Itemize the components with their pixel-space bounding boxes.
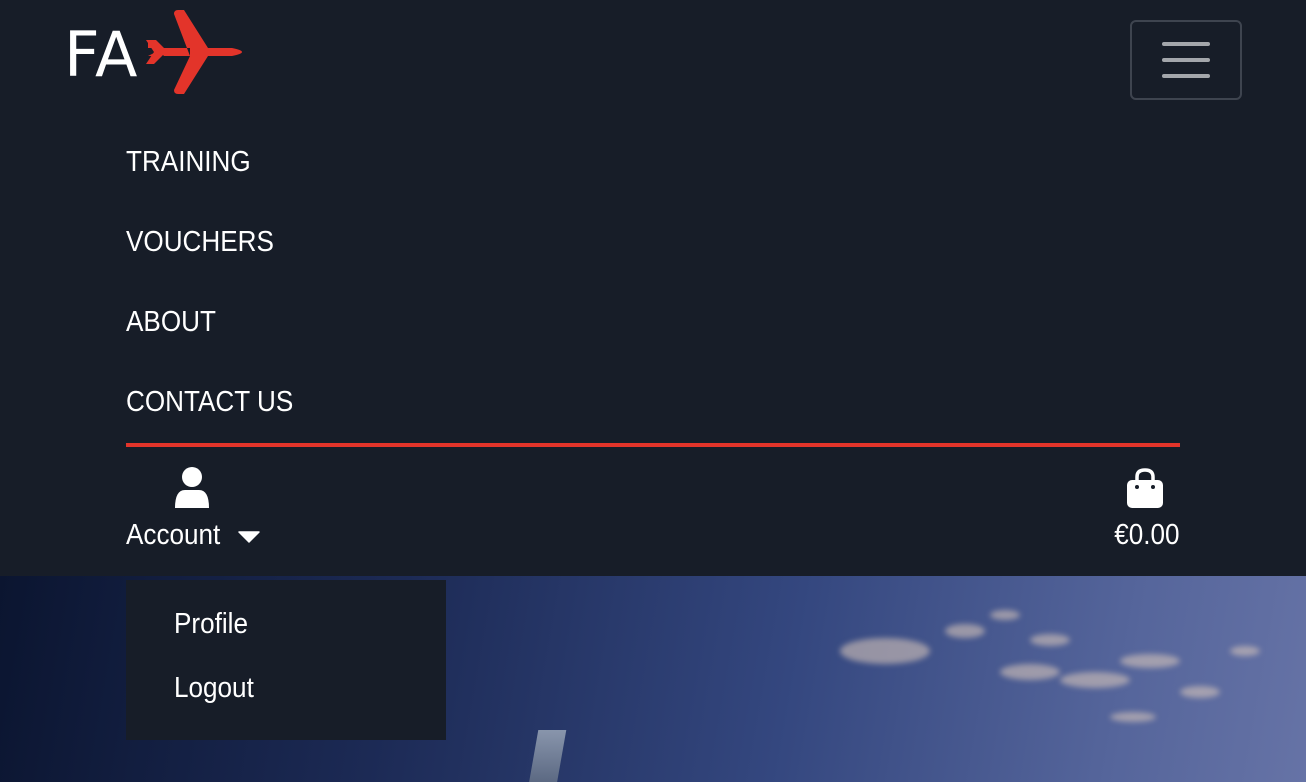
brand-logo[interactable]: FA (64, 10, 244, 96)
hamburger-icon-bar (1162, 74, 1210, 78)
shopping-bag-icon (1127, 468, 1163, 508)
airplane-icon (146, 10, 242, 94)
hamburger-icon-bar (1162, 58, 1210, 62)
hamburger-icon (1162, 42, 1210, 46)
caret-down-icon (238, 531, 260, 543)
account-label: Account (126, 519, 221, 551)
account-dropdown-toggle[interactable]: Account (126, 464, 276, 556)
brand-logo-text: FA (64, 18, 139, 91)
nav-link-contact-us[interactable]: CONTACT US (126, 386, 293, 419)
bag-total: €0.00 (1114, 519, 1180, 551)
nav-link-training[interactable]: TRAINING (126, 146, 251, 179)
profile-link[interactable]: Profile (174, 608, 248, 641)
nav-link-about[interactable]: ABOUT (126, 306, 216, 339)
nav-divider (126, 443, 1180, 447)
navbar: FA TRAINING VOUCHERS ABOUT CONTACT US Ac… (0, 0, 1306, 576)
page: FA TRAINING VOUCHERS ABOUT CONTACT US Ac… (0, 0, 1306, 782)
nav-link-vouchers[interactable]: VOUCHERS (126, 226, 274, 259)
navbar-toggler-button[interactable] (1130, 20, 1242, 100)
logout-link[interactable]: Logout (174, 672, 254, 705)
user-icon (175, 467, 209, 508)
account-dropdown-menu: Profile Logout (126, 580, 446, 740)
shopping-bag-link[interactable]: €0.00 (1104, 464, 1184, 556)
